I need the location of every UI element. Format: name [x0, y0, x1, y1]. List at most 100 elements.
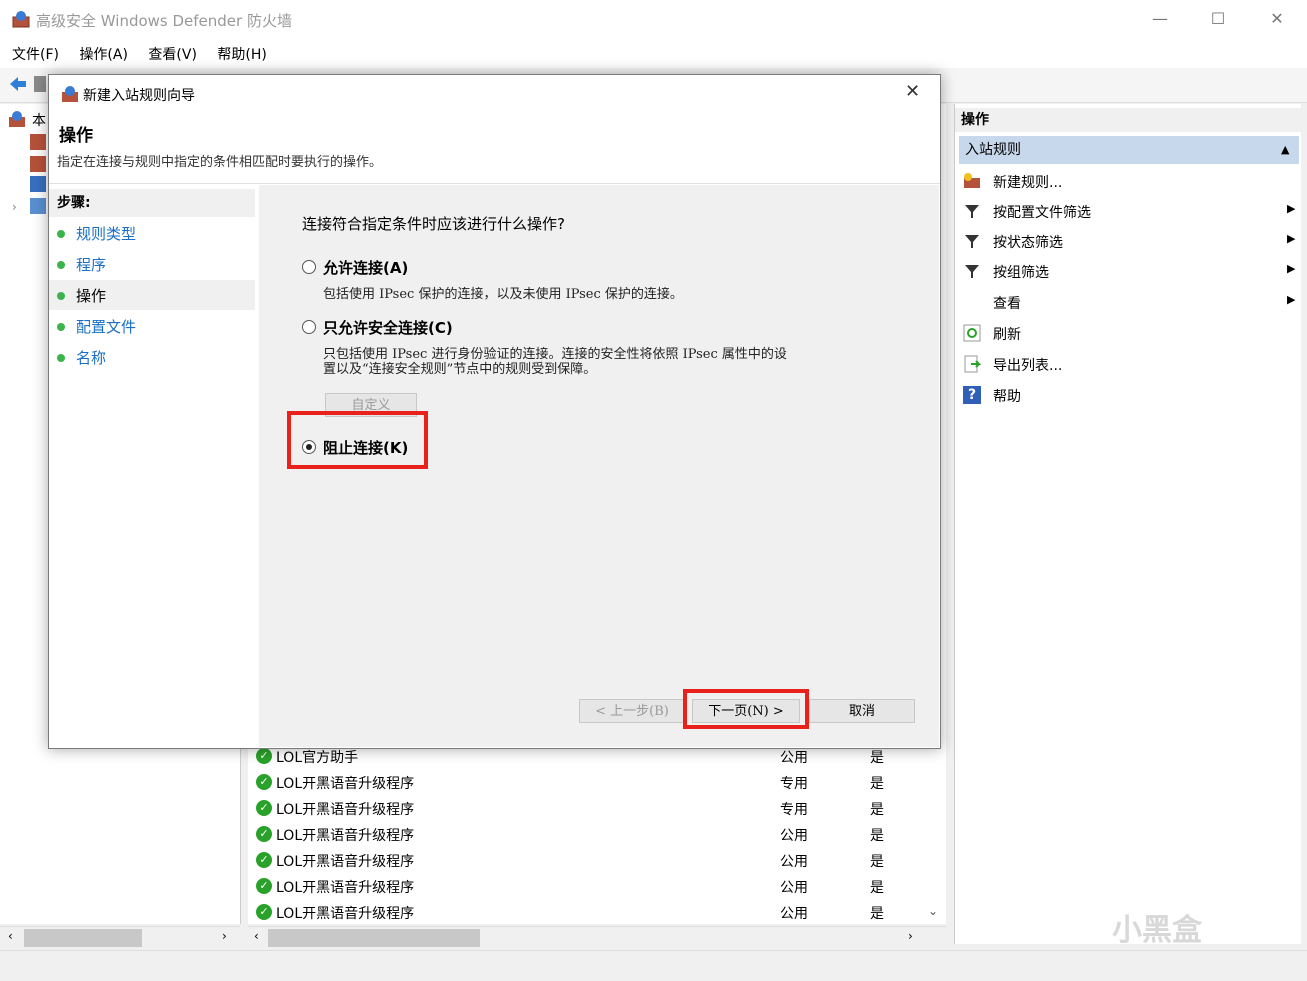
- tree-root-label[interactable]: 本: [32, 110, 46, 130]
- action-label: 刷新: [993, 327, 1021, 343]
- tree-expand-icon[interactable]: ›: [12, 200, 17, 214]
- back-button[interactable]: < 上一步(B): [579, 699, 685, 723]
- filter-icon: [963, 262, 981, 280]
- forward-arrow-icon[interactable]: [34, 76, 46, 92]
- rule-name: LOL开黑语音升级程序: [276, 880, 415, 896]
- page-description: 指定在连接与规则中指定的条件相匹配时要执行的操作。: [57, 155, 383, 170]
- action-new-rule[interactable]: 新建规则...: [959, 166, 1299, 196]
- menu-view[interactable]: 查看(V): [148, 44, 197, 64]
- action-view[interactable]: 查看 ▶: [959, 287, 1299, 317]
- firewall-app-icon: [12, 10, 30, 28]
- table-row[interactable]: ✓ LOL开黑语音升级程序 公用 是: [248, 900, 938, 926]
- enabled-check-icon: ✓: [256, 852, 272, 868]
- secure-only-description-line2: 置以及“连接安全规则”节点中的规则受到保障。: [323, 362, 597, 377]
- submenu-arrow-icon: ▶: [1287, 293, 1296, 306]
- secure-only-radio[interactable]: [302, 320, 316, 334]
- table-row[interactable]: ✓ LOL开黑语音升级程序 公用 是: [248, 848, 938, 874]
- action-label: 导出列表...: [993, 358, 1063, 374]
- tree-scroll-thumb[interactable]: [24, 929, 142, 947]
- rule-profile: 公用: [780, 828, 808, 844]
- scroll-down-icon[interactable]: ⌄: [928, 904, 938, 918]
- action-filter-group[interactable]: 按组筛选 ▶: [959, 256, 1299, 286]
- action-export[interactable]: 导出列表...: [959, 349, 1299, 379]
- menu-action[interactable]: 操作(A): [79, 44, 128, 64]
- wizard-app-icon: [61, 85, 79, 103]
- list-hscrollbar[interactable]: ‹ ›: [248, 926, 946, 949]
- rule-name: LOL开黑语音升级程序: [276, 802, 415, 818]
- maximize-icon[interactable]: ☐: [1195, 4, 1241, 34]
- rule-name: LOL开黑语音升级程序: [276, 828, 415, 844]
- enabled-check-icon: ✓: [256, 800, 272, 816]
- step-profile[interactable]: 配置文件: [49, 311, 255, 341]
- new-rule-icon: [963, 172, 981, 190]
- table-row[interactable]: ✓ LOL开黑语音升级程序 专用 是: [248, 770, 938, 796]
- step-name[interactable]: 名称: [49, 342, 255, 372]
- rule-profile: 公用: [780, 854, 808, 870]
- actions-pane: 操作 入站规则 ▲ 新建规则... 按配置文件筛选 ▶ 按状态筛选 ▶ 按组筛选…: [954, 104, 1301, 944]
- block-radio[interactable]: [302, 440, 316, 454]
- table-row[interactable]: ✓ LOL开黑语音升级程序 公用 是: [248, 874, 938, 900]
- action-label: 新建规则...: [993, 175, 1063, 191]
- action-filter-state[interactable]: 按状态筛选 ▶: [959, 226, 1299, 256]
- scroll-right-icon[interactable]: ›: [908, 929, 913, 943]
- step-label: 配置文件: [76, 318, 137, 336]
- outbound-rules-icon[interactable]: [30, 156, 46, 172]
- action-filter-profile[interactable]: 按配置文件筛选 ▶: [959, 196, 1299, 226]
- step-program[interactable]: 程序: [49, 249, 255, 279]
- action-refresh[interactable]: 刷新: [959, 318, 1299, 348]
- scroll-right-icon[interactable]: ›: [222, 929, 227, 943]
- action-help[interactable]: ? 帮助: [959, 380, 1299, 410]
- step-label: 规则类型: [76, 225, 137, 243]
- enabled-check-icon: ✓: [256, 748, 272, 764]
- window-title: 高级安全 Windows Defender 防火墙: [36, 12, 292, 30]
- menu-help[interactable]: 帮助(H): [217, 44, 266, 64]
- secure-only-label[interactable]: 只允许安全连接(C): [323, 317, 453, 338]
- minimize-icon[interactable]: —: [1137, 4, 1183, 34]
- action-label: 按状态筛选: [993, 235, 1063, 251]
- help-icon: ?: [963, 386, 981, 404]
- filter-icon: [963, 232, 981, 250]
- next-button-highlight: [683, 689, 809, 729]
- action-label: 按组筛选: [993, 265, 1049, 281]
- connection-security-icon[interactable]: [30, 176, 46, 192]
- export-icon: [963, 355, 982, 373]
- step-dot-icon: [57, 230, 65, 238]
- action-label: 按配置文件筛选: [993, 205, 1091, 221]
- inbound-rules-icon[interactable]: [30, 134, 46, 150]
- step-dot-icon: [57, 354, 65, 362]
- close-window-icon[interactable]: ✕: [1254, 4, 1300, 34]
- tree-hscrollbar[interactable]: ‹ ›: [0, 926, 240, 949]
- firewall-root-icon: [8, 110, 26, 128]
- actions-header: 操作: [955, 108, 1301, 132]
- actions-section-inbound[interactable]: 入站规则 ▲: [959, 136, 1299, 164]
- rule-profile: 专用: [780, 776, 808, 792]
- allow-label[interactable]: 允许连接(A): [323, 257, 408, 278]
- back-arrow-icon[interactable]: [8, 74, 28, 94]
- steps-title: 步骤:: [49, 189, 255, 217]
- collapse-icon[interactable]: ▲: [1281, 136, 1289, 164]
- step-action[interactable]: 操作: [49, 280, 255, 310]
- enabled-check-icon: ✓: [256, 904, 272, 920]
- table-row[interactable]: ✓ LOL开黑语音升级程序 专用 是: [248, 796, 938, 822]
- allow-radio[interactable]: [302, 260, 316, 274]
- list-scroll-thumb[interactable]: [268, 929, 480, 947]
- rule-enabled: 是: [870, 854, 884, 870]
- scroll-left-icon[interactable]: ‹: [254, 929, 259, 943]
- menu-file[interactable]: 文件(F): [12, 44, 59, 64]
- wizard-steps: 步骤: 规则类型 程序 操作 配置文件 名称: [49, 185, 257, 747]
- submenu-arrow-icon: ▶: [1287, 202, 1296, 215]
- table-row[interactable]: ✓ LOL开黑语音升级程序 公用 是: [248, 822, 938, 848]
- close-icon[interactable]: ✕: [905, 81, 920, 102]
- block-label[interactable]: 阻止连接(K): [323, 437, 408, 458]
- scroll-left-icon[interactable]: ‹: [8, 929, 13, 943]
- status-bar: [0, 950, 1307, 981]
- action-label: 帮助: [993, 389, 1021, 405]
- monitoring-icon[interactable]: [30, 198, 46, 214]
- step-label: 程序: [76, 256, 107, 274]
- rule-enabled: 是: [870, 906, 884, 922]
- step-rule-type[interactable]: 规则类型: [49, 218, 255, 248]
- actions-section-label: 入站规则: [965, 142, 1021, 158]
- cancel-button[interactable]: 取消: [809, 699, 915, 723]
- enabled-check-icon: ✓: [256, 774, 272, 790]
- refresh-icon: [963, 324, 981, 342]
